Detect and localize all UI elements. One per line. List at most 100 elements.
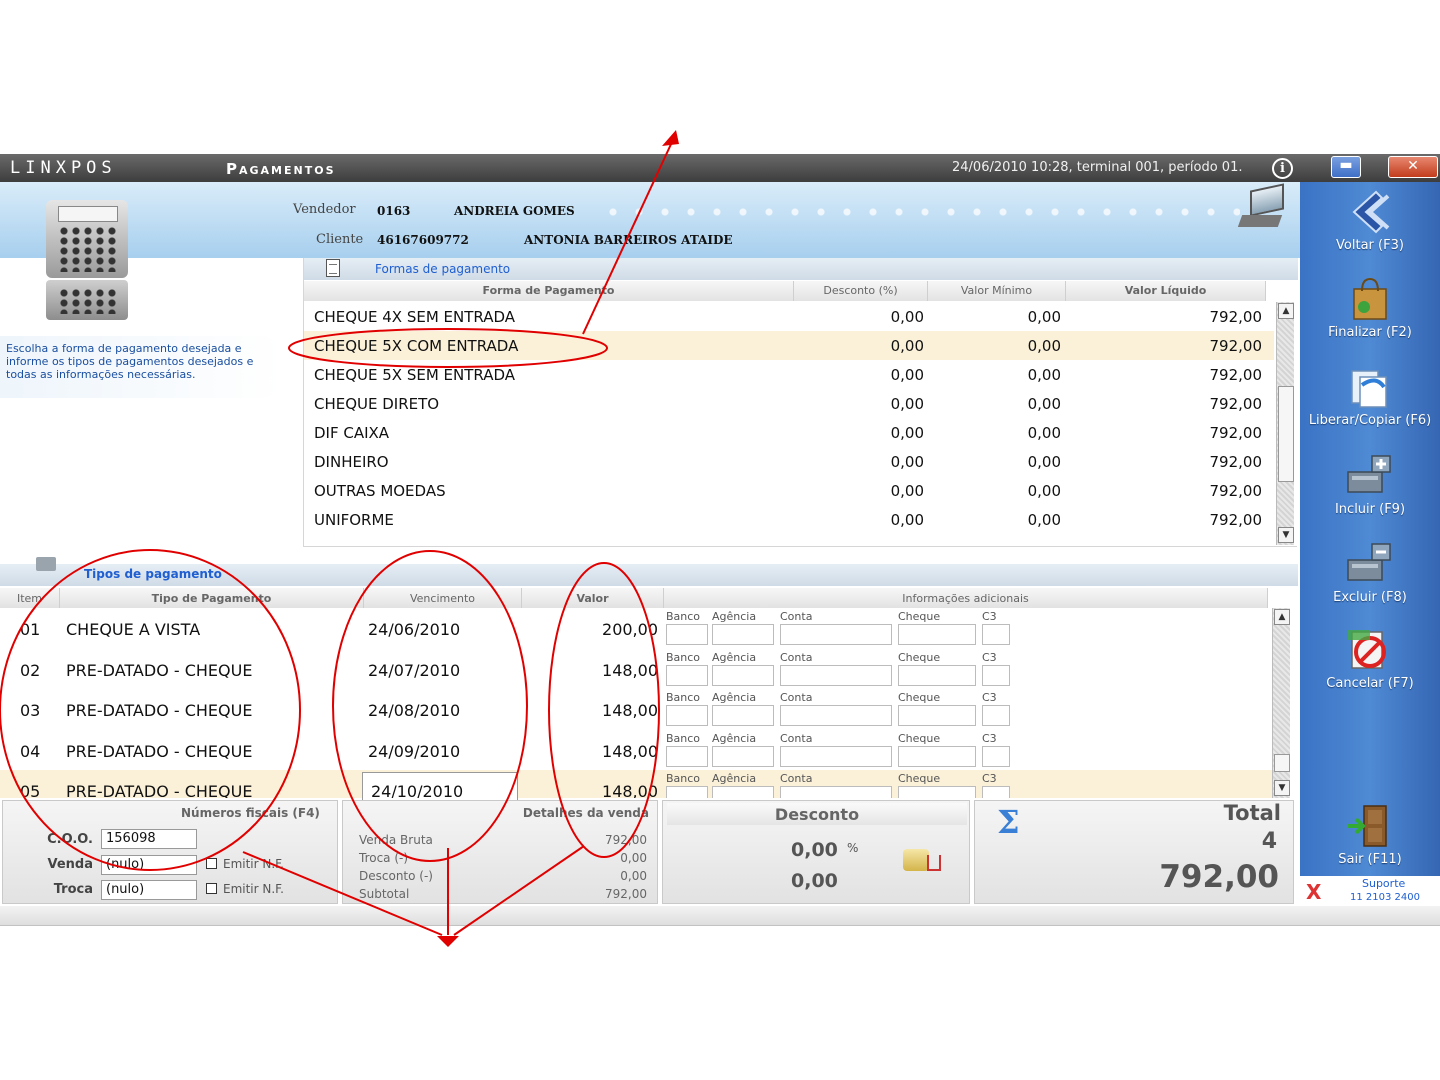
emitir-nf-venda-checkbox[interactable] [206, 858, 217, 869]
forma-row[interactable]: DIF CAIXA 0,00 0,00 792,00 [304, 418, 1274, 447]
tipo-valor[interactable]: 148,00 [602, 782, 658, 798]
forma-row[interactable]: DINHEIRO 0,00 0,00 792,00 [304, 447, 1274, 476]
extra-field-input[interactable] [666, 705, 708, 727]
venda-label: Venda [47, 857, 94, 872]
forma-liquido: 792,00 [1209, 308, 1263, 326]
apply-discount-icon[interactable] [901, 843, 945, 875]
extra-field-input[interactable] [898, 705, 976, 727]
extra-field-input[interactable] [712, 664, 774, 686]
forma-row[interactable]: CHEQUE 4X SEM ENTRADA 0,00 0,00 792,00 [304, 302, 1274, 331]
liberar-copiar-button[interactable]: Liberar/Copiar (F6) [1300, 365, 1440, 445]
forma-row[interactable]: UNIFORME 0,00 0,00 792,00 [304, 505, 1274, 534]
tipos-scrollbar[interactable]: ▲ ▼ [1272, 608, 1290, 798]
fiscal-title[interactable]: Números fiscais (F4) [181, 806, 320, 820]
extra-field-input[interactable] [666, 664, 708, 686]
col-valor[interactable]: Valor [522, 588, 664, 608]
extra-field-input[interactable] [666, 745, 708, 767]
tipo-row[interactable]: 05 PRE-DATADO - CHEQUE 24/10/2010 148,00 Ban… [0, 770, 1290, 798]
forma-row[interactable]: CHEQUE 5X COM ENTRADA 0,00 0,00 792,00 [304, 331, 1274, 360]
finalizar-button[interactable]: Finalizar (F2) [1300, 277, 1440, 357]
tipo-vencimento[interactable]: 24/06/2010 [368, 620, 460, 639]
tipo-row[interactable]: 02 PRE-DATADO - CHEQUE 24/07/2010 148,00 Ban… [0, 649, 1290, 690]
col-desconto[interactable]: Desconto (%) [794, 281, 928, 301]
cancelar-button[interactable]: Cancelar (F7) [1300, 628, 1440, 708]
extra-field-input[interactable] [982, 745, 1010, 767]
support-panel[interactable]: X Suporte 11 2103 2400 [1300, 876, 1440, 906]
subtotal-value: 792,00 [605, 887, 647, 901]
extra-field-input[interactable] [898, 786, 976, 798]
extra-field-input[interactable] [780, 664, 892, 686]
forma-name: CHEQUE 4X SEM ENTRADA [314, 308, 516, 326]
scroll-up-icon[interactable]: ▲ [1274, 609, 1290, 625]
extra-field-input[interactable] [712, 786, 774, 798]
total-label: Total [1223, 801, 1281, 825]
extra-field-input[interactable] [712, 624, 774, 645]
emitir-nf-troca-checkbox[interactable] [206, 883, 217, 894]
tipo-row[interactable]: 01 CHEQUE A VISTA 24/06/2010 200,00 Banco Agê… [0, 608, 1290, 649]
voltar-button[interactable]: Voltar (F3) [1300, 190, 1440, 270]
sair-button[interactable]: Sair (F11) [1300, 804, 1440, 884]
tipo-valor[interactable]: 148,00 [602, 701, 658, 720]
tipo-row[interactable]: 03 PRE-DATADO - CHEQUE 24/08/2010 148,00 Ban… [0, 689, 1290, 730]
scroll-thumb[interactable] [1278, 386, 1294, 482]
tipo-vencimento[interactable]: 24/08/2010 [368, 701, 460, 720]
desconto-percent[interactable]: 0,00 [791, 839, 838, 861]
col-vencimento[interactable]: Vencimento [364, 588, 522, 608]
forma-name: CHEQUE 5X SEM ENTRADA [314, 366, 516, 384]
desconto-value[interactable]: 0,00 [791, 870, 838, 892]
tipo-item: 03 [20, 701, 41, 721]
minimize-button[interactable]: ▬ [1331, 156, 1361, 178]
scroll-up-icon[interactable]: ▲ [1278, 303, 1294, 319]
extra-field-input[interactable] [982, 624, 1010, 645]
extra-field-input[interactable] [712, 745, 774, 767]
tipo-vencimento[interactable]: 24/07/2010 [368, 661, 460, 680]
extra-field-input[interactable] [712, 705, 774, 727]
extra-field-input[interactable] [898, 624, 976, 645]
tipo-vencimento[interactable]: 24/10/2010 [371, 782, 463, 798]
tipo-valor[interactable]: 200,00 [602, 620, 658, 639]
extra-field-input[interactable] [666, 624, 708, 645]
extra-field-input[interactable] [898, 745, 976, 767]
extra-field-input[interactable] [780, 786, 892, 798]
forma-row[interactable]: CHEQUE 5X SEM ENTRADA 0,00 0,00 792,00 [304, 360, 1274, 389]
forma-row[interactable]: OUTRAS MOEDAS 0,00 0,00 792,00 [304, 476, 1274, 505]
forma-liquido: 792,00 [1209, 511, 1263, 529]
scroll-down-icon[interactable]: ▼ [1278, 527, 1294, 543]
extra-field-input[interactable] [982, 705, 1010, 727]
scroll-down-icon[interactable]: ▼ [1274, 780, 1290, 796]
excluir-button[interactable]: Excluir (F8) [1300, 542, 1440, 622]
extra-field-input[interactable] [898, 664, 976, 686]
col-item[interactable]: Item [0, 588, 60, 608]
col-info-adicionais[interactable]: Informações adicionais [664, 588, 1268, 608]
tipo-row[interactable]: 04 PRE-DATADO - CHEQUE 24/09/2010 148,00 Ban… [0, 730, 1290, 771]
col-valor-minimo[interactable]: Valor Mínimo [928, 281, 1066, 301]
col-forma[interactable]: Forma de Pagamento [304, 281, 794, 301]
extra-field-input[interactable] [982, 786, 1010, 798]
extra-label: C3 [982, 610, 997, 623]
incluir-button[interactable]: Incluir (F9) [1300, 454, 1440, 534]
venda-input[interactable]: (nulo) [101, 855, 197, 875]
extra-info-group: Banco Agência Conta Cheque C3 [666, 770, 1286, 798]
extra-field-input[interactable] [666, 786, 708, 798]
info-icon[interactable]: i [1272, 158, 1293, 179]
forma-row[interactable]: CHEQUE DIRETO 0,00 0,00 792,00 [304, 389, 1274, 418]
tipo-vencimento[interactable]: 24/09/2010 [368, 742, 460, 761]
col-valor-liquido[interactable]: Valor Líquido [1066, 281, 1266, 301]
extra-field-input[interactable] [780, 624, 892, 645]
extra-label: Agência [712, 610, 757, 623]
shopping-bag-icon [1353, 277, 1387, 320]
extra-field-input[interactable] [780, 745, 892, 767]
scroll-thumb[interactable] [1274, 754, 1290, 772]
tipo-valor[interactable]: 148,00 [602, 661, 658, 680]
extra-field-input[interactable] [982, 664, 1010, 686]
coo-input[interactable]: 156098 [101, 829, 197, 849]
forma-liquido: 792,00 [1209, 337, 1263, 355]
tipo-valor[interactable]: 148,00 [602, 742, 658, 761]
troca-input[interactable]: (nulo) [101, 880, 197, 900]
close-button[interactable]: ✕ [1388, 156, 1438, 178]
extra-field-input[interactable] [780, 705, 892, 727]
desconto-panel: Desconto 0,00 % 0,00 [662, 800, 970, 904]
session-status: 24/06/2010 10:28, terminal 001, período … [952, 160, 1243, 175]
formas-scrollbar[interactable]: ▲ ▼ [1276, 302, 1294, 545]
col-tipo[interactable]: Tipo de Pagamento [60, 588, 364, 608]
